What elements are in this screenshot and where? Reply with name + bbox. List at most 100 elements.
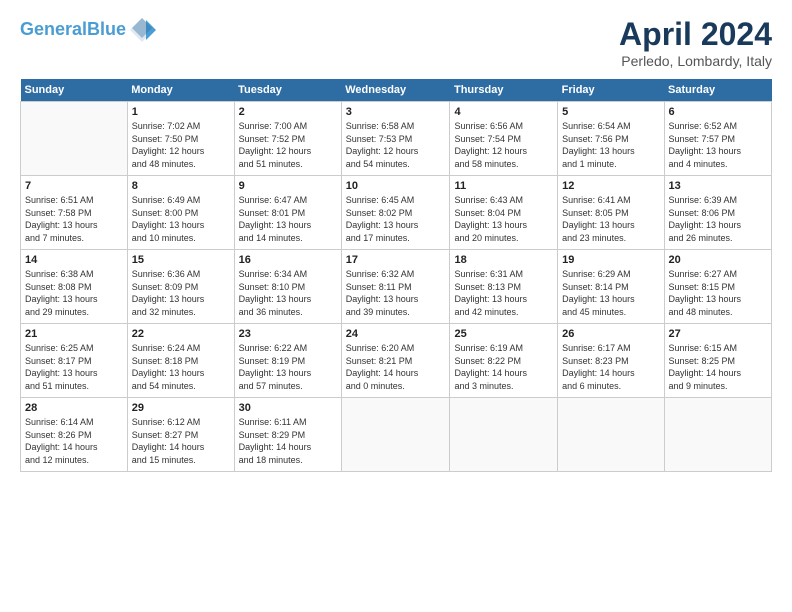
day-number: 15	[132, 254, 230, 266]
table-cell: 20 Sunrise: 6:27 AM Sunset: 8:15 PM Dayli…	[664, 250, 772, 324]
table-cell: 30Sunrise: 6:11 AM Sunset: 8:29 PM Dayli…	[234, 398, 341, 472]
day-info: Sunrise: 6:58 AM Sunset: 7:53 PM Dayligh…	[346, 120, 446, 170]
day-info: Sunrise: 6:39 AM Sunset: 8:06 PM Dayligh…	[669, 194, 768, 244]
day-info: Sunrise: 6:36 AM Sunset: 8:09 PM Dayligh…	[132, 268, 230, 318]
day-info: Sunrise: 6:54 AM Sunset: 7:56 PM Dayligh…	[562, 120, 659, 170]
table-cell: 25 Sunrise: 6:19 AM Sunset: 8:22 PM Dayli…	[450, 324, 558, 398]
day-info: Sunrise: 6:49 AM Sunset: 8:00 PM Dayligh…	[132, 194, 230, 244]
table-cell	[341, 398, 450, 472]
logo-text: GeneralBlue	[20, 20, 126, 40]
day-info: Sunrise: 6:20 AM Sunset: 8:21 PM Dayligh…	[346, 342, 446, 392]
day-info: Sunrise: 6:17 AM Sunset: 8:23 PM Dayligh…	[562, 342, 659, 392]
table-cell: 17 Sunrise: 6:32 AM Sunset: 8:11 PM Dayli…	[341, 250, 450, 324]
col-thursday: Thursday	[450, 79, 558, 102]
day-number: 17	[346, 254, 446, 266]
calendar-title: April 2024	[619, 16, 772, 53]
col-saturday: Saturday	[664, 79, 772, 102]
table-cell: 3 Sunrise: 6:58 AM Sunset: 7:53 PM Daylig…	[341, 102, 450, 176]
col-tuesday: Tuesday	[234, 79, 341, 102]
day-number: 6	[669, 106, 768, 118]
day-number: 13	[669, 180, 768, 192]
col-wednesday: Wednesday	[341, 79, 450, 102]
table-row: 1 Sunrise: 7:02 AM Sunset: 7:50 PM Daylig…	[21, 102, 772, 176]
table-cell: 14 Sunrise: 6:38 AM Sunset: 8:08 PM Dayli…	[21, 250, 128, 324]
col-sunday: Sunday	[21, 79, 128, 102]
day-number: 16	[239, 254, 337, 266]
day-number: 28	[25, 402, 123, 414]
table-cell: 13 Sunrise: 6:39 AM Sunset: 8:06 PM Dayli…	[664, 176, 772, 250]
day-info: Sunrise: 6:41 AM Sunset: 8:05 PM Dayligh…	[562, 194, 659, 244]
day-info: Sunrise: 7:00 AM Sunset: 7:52 PM Dayligh…	[239, 120, 337, 170]
title-area: April 2024 Perledo, Lombardy, Italy	[619, 16, 772, 69]
table-cell	[450, 398, 558, 472]
logo-icon	[128, 16, 156, 44]
table-cell: 6 Sunrise: 6:52 AM Sunset: 7:57 PM Daylig…	[664, 102, 772, 176]
logo: GeneralBlue	[20, 16, 156, 44]
table-row: 14 Sunrise: 6:38 AM Sunset: 8:08 PM Dayli…	[21, 250, 772, 324]
day-info: Sunrise: 6:25 AM Sunset: 8:17 PM Dayligh…	[25, 342, 123, 392]
day-number: 4	[454, 106, 553, 118]
table-cell: 27 Sunrise: 6:15 AM Sunset: 8:25 PM Dayli…	[664, 324, 772, 398]
day-info: Sunrise: 7:02 AM Sunset: 7:50 PM Dayligh…	[132, 120, 230, 170]
table-cell: 10 Sunrise: 6:45 AM Sunset: 8:02 PM Dayli…	[341, 176, 450, 250]
day-info: Sunrise: 6:45 AM Sunset: 8:02 PM Dayligh…	[346, 194, 446, 244]
table-cell: 19Sunrise: 6:29 AM Sunset: 8:14 PM Dayli…	[558, 250, 664, 324]
calendar-table: Sunday Monday Tuesday Wednesday Thursday…	[20, 79, 772, 472]
table-row: 7Sunrise: 6:51 AM Sunset: 7:58 PM Daylig…	[21, 176, 772, 250]
day-info: Sunrise: 6:56 AM Sunset: 7:54 PM Dayligh…	[454, 120, 553, 170]
day-number: 1	[132, 106, 230, 118]
table-cell: 22 Sunrise: 6:24 AM Sunset: 8:18 PM Dayli…	[127, 324, 234, 398]
day-number: 25	[454, 328, 553, 340]
day-number: 12	[562, 180, 659, 192]
table-cell: 1 Sunrise: 7:02 AM Sunset: 7:50 PM Daylig…	[127, 102, 234, 176]
day-info: Sunrise: 6:24 AM Sunset: 8:18 PM Dayligh…	[132, 342, 230, 392]
day-number: 2	[239, 106, 337, 118]
table-row: 21Sunrise: 6:25 AM Sunset: 8:17 PM Dayli…	[21, 324, 772, 398]
day-number: 11	[454, 180, 553, 192]
day-info: Sunrise: 6:29 AM Sunset: 8:14 PM Dayligh…	[562, 268, 659, 318]
header: GeneralBlue April 2024 Perledo, Lombardy…	[20, 16, 772, 69]
table-cell: 16 Sunrise: 6:34 AM Sunset: 8:10 PM Dayli…	[234, 250, 341, 324]
table-cell: 23Sunrise: 6:22 AM Sunset: 8:19 PM Dayli…	[234, 324, 341, 398]
day-info: Sunrise: 6:38 AM Sunset: 8:08 PM Dayligh…	[25, 268, 123, 318]
day-info: Sunrise: 6:14 AM Sunset: 8:26 PM Dayligh…	[25, 416, 123, 466]
table-cell: 7Sunrise: 6:51 AM Sunset: 7:58 PM Daylig…	[21, 176, 128, 250]
table-cell: 12 Sunrise: 6:41 AM Sunset: 8:05 PM Dayli…	[558, 176, 664, 250]
day-info: Sunrise: 6:11 AM Sunset: 8:29 PM Dayligh…	[239, 416, 337, 466]
day-number: 5	[562, 106, 659, 118]
table-cell: 5 Sunrise: 6:54 AM Sunset: 7:56 PM Daylig…	[558, 102, 664, 176]
day-number: 20	[669, 254, 768, 266]
table-cell: 4 Sunrise: 6:56 AM Sunset: 7:54 PM Daylig…	[450, 102, 558, 176]
day-info: Sunrise: 6:34 AM Sunset: 8:10 PM Dayligh…	[239, 268, 337, 318]
day-number: 27	[669, 328, 768, 340]
col-monday: Monday	[127, 79, 234, 102]
calendar-subtitle: Perledo, Lombardy, Italy	[619, 53, 772, 69]
day-info: Sunrise: 6:47 AM Sunset: 8:01 PM Dayligh…	[239, 194, 337, 244]
day-number: 14	[25, 254, 123, 266]
day-info: Sunrise: 6:22 AM Sunset: 8:19 PM Dayligh…	[239, 342, 337, 392]
col-friday: Friday	[558, 79, 664, 102]
day-info: Sunrise: 6:15 AM Sunset: 8:25 PM Dayligh…	[669, 342, 768, 392]
day-number: 29	[132, 402, 230, 414]
table-cell: 11 Sunrise: 6:43 AM Sunset: 8:04 PM Dayli…	[450, 176, 558, 250]
day-number: 7	[25, 180, 123, 192]
header-row: Sunday Monday Tuesday Wednesday Thursday…	[21, 79, 772, 102]
day-info: Sunrise: 6:27 AM Sunset: 8:15 PM Dayligh…	[669, 268, 768, 318]
day-info: Sunrise: 6:52 AM Sunset: 7:57 PM Dayligh…	[669, 120, 768, 170]
table-cell	[21, 102, 128, 176]
day-number: 3	[346, 106, 446, 118]
day-info: Sunrise: 6:43 AM Sunset: 8:04 PM Dayligh…	[454, 194, 553, 244]
day-number: 9	[239, 180, 337, 192]
table-cell: 9 Sunrise: 6:47 AM Sunset: 8:01 PM Daylig…	[234, 176, 341, 250]
table-cell: 21Sunrise: 6:25 AM Sunset: 8:17 PM Dayli…	[21, 324, 128, 398]
table-cell	[558, 398, 664, 472]
table-cell	[664, 398, 772, 472]
day-info: Sunrise: 6:19 AM Sunset: 8:22 PM Dayligh…	[454, 342, 553, 392]
day-info: Sunrise: 6:32 AM Sunset: 8:11 PM Dayligh…	[346, 268, 446, 318]
day-number: 22	[132, 328, 230, 340]
day-number: 26	[562, 328, 659, 340]
day-info: Sunrise: 6:12 AM Sunset: 8:27 PM Dayligh…	[132, 416, 230, 466]
table-cell: 26 Sunrise: 6:17 AM Sunset: 8:23 PM Dayli…	[558, 324, 664, 398]
day-number: 10	[346, 180, 446, 192]
day-number: 24	[346, 328, 446, 340]
